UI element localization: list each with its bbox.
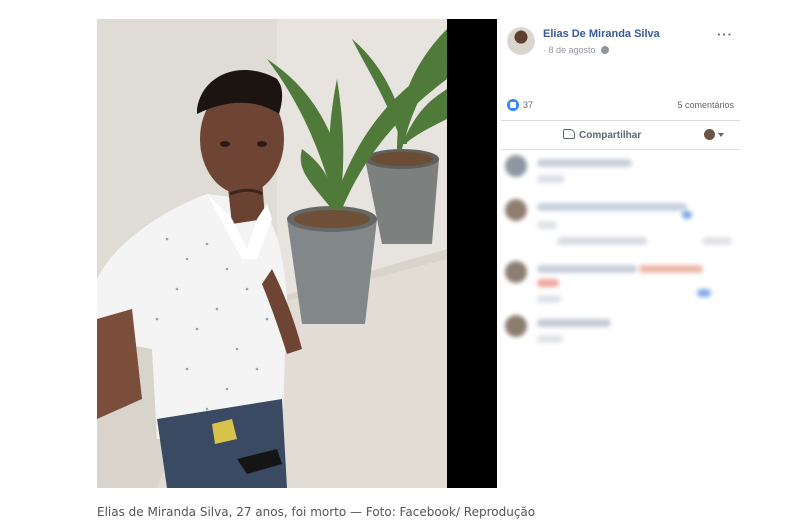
comment-text: [537, 159, 632, 167]
post-actions: Compartilhar: [501, 123, 740, 147]
comment-text: [537, 175, 565, 183]
comment-avatar: [505, 155, 527, 177]
comment-text: [557, 237, 647, 245]
post-date[interactable]: 8 de agosto: [549, 45, 596, 55]
blurred-comments: [497, 151, 744, 351]
post-photo[interactable]: [97, 19, 447, 488]
comment-count[interactable]: 5 comentários: [677, 100, 734, 110]
avatar: [704, 129, 715, 140]
like-icon[interactable]: [507, 99, 519, 111]
comment-avatar: [505, 315, 527, 337]
globe-icon: [601, 46, 610, 54]
reaction-profile-selector[interactable]: [704, 129, 726, 141]
comment-avatar: [505, 199, 527, 221]
reaction-stats: 37 5 comentários: [507, 99, 734, 113]
author-name[interactable]: Elias De Miranda Silva: [543, 28, 660, 40]
post-meta: · 8 de agosto: [543, 45, 610, 55]
comment-avatar: [505, 261, 527, 283]
facebook-post-panel: Elias De Miranda Silva · 8 de agosto ···…: [497, 19, 744, 488]
photo-caption: Elias de Miranda Silva, 27 anos, foi mor…: [97, 505, 536, 519]
comment-text: [537, 335, 563, 343]
comment-text: [639, 265, 703, 273]
selfie-image: [97, 19, 447, 488]
post-header: Elias De Miranda Silva · 8 de agosto ···: [507, 25, 735, 59]
comment-text: [537, 221, 557, 229]
comment-text: [702, 237, 732, 245]
divider: [501, 120, 740, 121]
share-icon: [563, 129, 575, 139]
comment-text: [537, 279, 559, 287]
more-icon[interactable]: ···: [717, 27, 733, 42]
comment-text: [537, 203, 687, 211]
photo-letterbox-bar: [447, 19, 497, 488]
chevron-down-icon: [718, 133, 724, 137]
comment-text: [537, 295, 561, 303]
divider: [501, 149, 740, 150]
date-separator: ·: [543, 45, 546, 55]
share-button[interactable]: Compartilhar: [563, 129, 641, 141]
comment-text: [537, 265, 637, 273]
author-avatar[interactable]: [507, 27, 535, 55]
share-label: Compartilhar: [579, 130, 642, 141]
comment-text: [682, 211, 692, 219]
like-count[interactable]: 37: [523, 100, 533, 110]
comment-text: [537, 319, 611, 327]
comment-text: [697, 289, 711, 297]
